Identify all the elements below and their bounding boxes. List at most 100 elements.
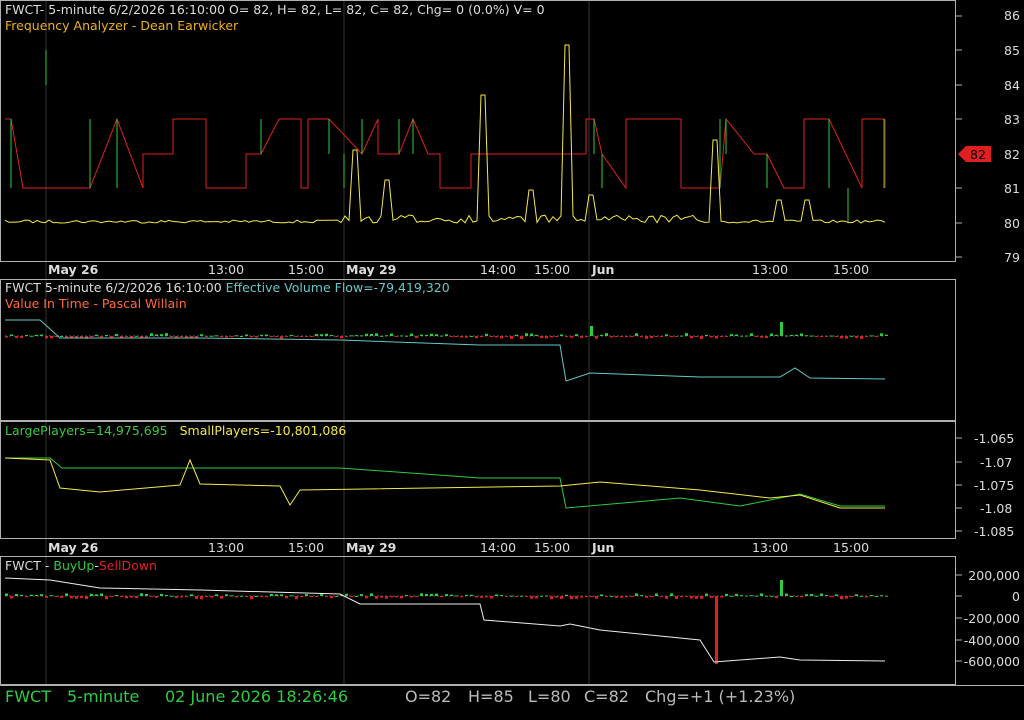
volume-flow-bar — [780, 322, 783, 336]
buyup-selldown-bar — [485, 596, 488, 598]
buyup-selldown-bar — [610, 595, 613, 597]
volume-flow-bar — [675, 336, 678, 337]
panel1-header: FWCT- 5-minute 6/2/2026 16:10:00 O= 82, … — [5, 2, 545, 17]
frequency-red-path — [5, 117, 886, 190]
volume-flow-bar — [710, 336, 713, 338]
buyup-selldown-bar — [655, 593, 658, 596]
y3-tick-4: -1.085 — [974, 524, 1014, 539]
volume-flow-bar — [565, 336, 568, 337]
volume-flow-bar — [485, 333, 488, 336]
volume-flow-bar — [625, 336, 628, 338]
volume-flow-bar — [405, 335, 408, 337]
volume-flow-bar — [395, 336, 398, 337]
last-price-value: 82 — [970, 147, 986, 162]
buyup-selldown-bar — [670, 593, 673, 596]
y-tick-81: 81 — [1004, 181, 1020, 196]
buyup-selldown-bar — [565, 594, 568, 596]
volume-flow-bar — [90, 336, 93, 338]
buyup-selldown-bar — [100, 593, 103, 596]
volume-flow-bar — [430, 333, 433, 336]
time-label-1500c: 15:00 — [833, 262, 869, 277]
buyup-selldown-bar — [195, 596, 198, 599]
volume-flow-bar — [240, 335, 243, 337]
buyup-selldown-bar — [630, 596, 633, 597]
buyup-selldown-bar — [425, 594, 428, 596]
volume-flow-bar — [665, 334, 668, 336]
volume-flow-bar — [235, 335, 238, 337]
volume-flow-bar — [220, 336, 223, 337]
buyup-selldown-bar — [230, 595, 233, 597]
buyup-selldown-bar — [690, 596, 693, 599]
volume-flow-bar — [775, 334, 778, 336]
buyup-selldown-bar — [155, 596, 158, 598]
buyup-selldown-bar — [90, 593, 93, 596]
y-tick-83: 83 — [1004, 112, 1020, 127]
volume-flow-bar — [410, 333, 413, 336]
buyup-selldown-bar — [735, 593, 738, 596]
volume-flow-bar — [800, 333, 803, 336]
volume-flow-bar — [165, 333, 168, 336]
buyup-selldown-bar — [620, 596, 623, 598]
buyup-selldown-bar — [10, 596, 13, 599]
panel2-indicator-name: Value In Time - Pascal Willain — [5, 296, 187, 311]
volume-flow-bar — [300, 336, 303, 337]
volume-flow-bar — [260, 334, 263, 336]
volume-flow-bar — [685, 333, 688, 336]
buyup-selldown-bar — [450, 594, 453, 596]
buyup-selldown-bar — [405, 594, 408, 596]
buyup-selldown-bar — [250, 596, 253, 600]
volume-flow-bar — [885, 334, 888, 336]
buyup-selldown-bar — [800, 596, 803, 598]
volume-flow-bar — [370, 333, 373, 336]
buyup-selldown-bar — [310, 596, 313, 597]
volume-flow-bar — [180, 336, 183, 337]
y4-tick-4: -600,000 — [964, 654, 1020, 669]
volume-flow-bar — [210, 335, 213, 337]
volume-flow-bar — [35, 334, 38, 336]
volume-flow-bar — [490, 336, 493, 337]
status-open: O=82 — [405, 687, 452, 706]
volume-flow-bar — [155, 334, 158, 336]
buyup-selldown-bar — [875, 595, 878, 597]
buyup-selldown-bar — [455, 595, 458, 597]
volume-flow-bar — [255, 336, 258, 338]
volume-flow-bar — [215, 335, 218, 337]
buyup-selldown-bar — [845, 596, 848, 599]
status-low: L=80 — [528, 687, 571, 706]
buyup-selldown-bar — [885, 595, 888, 597]
buyup-selldown-bar — [165, 595, 168, 597]
y3-tick-1: -1.07 — [980, 455, 1012, 470]
time-day-jun: Jun — [591, 262, 614, 277]
volume-flow-bar — [315, 333, 318, 336]
buyup-selldown-bar — [780, 580, 783, 596]
volume-flow-bar — [870, 335, 873, 337]
volume-flow-bar — [730, 334, 733, 336]
effective-volume-flow-line — [5, 319, 886, 382]
buyup-selldown-bar — [215, 594, 218, 596]
buyup-selldown-bar — [95, 594, 98, 596]
buyup-selldown-bar — [395, 596, 398, 598]
volume-flow-bar — [815, 336, 818, 337]
buyup-selldown-bar — [245, 596, 248, 597]
time2-label-1300a: 13:00 — [208, 540, 244, 555]
volume-flow-bar — [865, 336, 868, 337]
buyup-selldown-bar — [55, 596, 58, 598]
buyup-selldown-bar — [505, 596, 508, 597]
buyup-selldown-bar — [275, 594, 278, 596]
chart-canvas[interactable]: 82 86 85 84 83 82 81 80 79 -1.065 -1.07 … — [0, 0, 1024, 720]
volume-flow-bar — [760, 336, 763, 338]
buyup-selldown-bar — [805, 594, 808, 596]
volume-flow-bar — [635, 333, 638, 336]
buyup-selldown-bar — [85, 596, 88, 600]
buyup-selldown-bar — [640, 595, 643, 597]
volume-flow-bar — [590, 326, 593, 336]
buyup-selldown-bar — [145, 593, 148, 596]
buyup-selldown-bar — [785, 593, 788, 596]
volume-flow-bar — [805, 335, 808, 337]
buyup-selldown-bars — [5, 580, 888, 664]
volume-flow-bar — [295, 336, 298, 337]
buyup-selldown-bar — [200, 596, 203, 600]
volume-flow-bar — [650, 336, 653, 339]
buyup-selldown-bar — [355, 595, 358, 597]
volume-flow-bar — [535, 334, 538, 336]
